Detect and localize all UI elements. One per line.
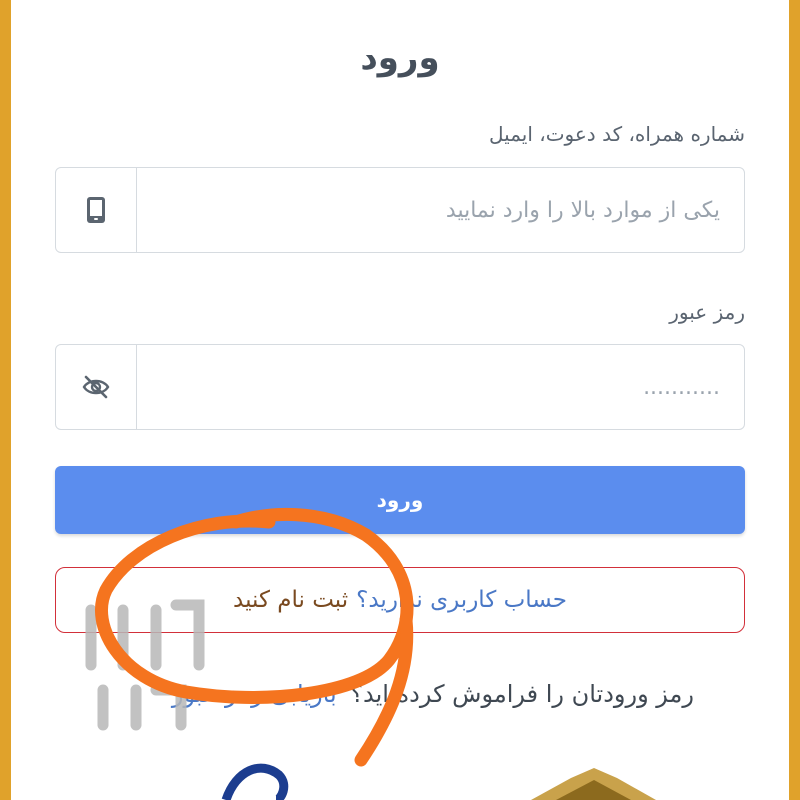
eye-slash-icon[interactable] xyxy=(56,345,137,429)
signup-question: حساب کاربری ندارید؟ xyxy=(356,587,567,613)
signup-link[interactable]: ثبت نام کنید xyxy=(233,587,348,613)
page-title: ورود xyxy=(360,38,440,78)
signup-box[interactable]: حساب کاربری ندارید؟ ثبت نام کنید xyxy=(55,567,745,633)
forgot-password: رمز ورودتان را فراموش کرده اید؟ بازیابی … xyxy=(172,680,694,708)
password-label: رمز عبور xyxy=(669,300,745,324)
password-field xyxy=(55,344,745,430)
identifier-field xyxy=(55,167,745,253)
forgot-text: رمز ورودتان را فراموش کرده اید؟ xyxy=(350,680,694,708)
login-button[interactable]: ورود xyxy=(55,466,745,534)
identifier-label: شماره همراه، کد دعوت، ایمیل xyxy=(489,122,745,146)
recover-password-link[interactable]: بازیابی رمز عبور xyxy=(172,680,337,708)
identifier-input[interactable] xyxy=(137,168,744,252)
password-input[interactable] xyxy=(137,345,744,429)
login-card: ورود شماره همراه، کد دعوت، ایمیل رمز عبو… xyxy=(11,0,789,800)
mobile-phone-icon xyxy=(56,168,137,252)
